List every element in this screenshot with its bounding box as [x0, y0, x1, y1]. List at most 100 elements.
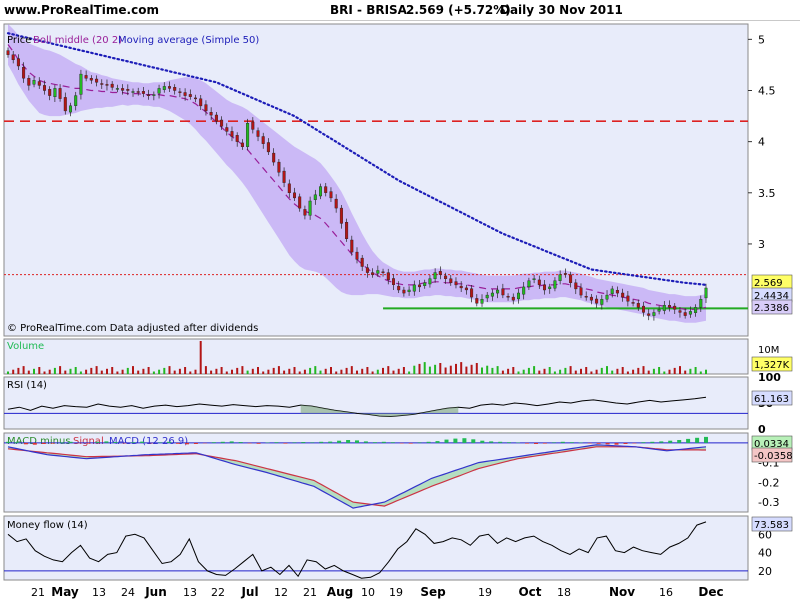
candle [615, 290, 619, 294]
volume-bar [658, 367, 661, 374]
macd-histogram-bar [695, 437, 700, 443]
candle [147, 94, 151, 97]
volume-bar [408, 371, 411, 374]
candle [621, 292, 625, 298]
volume-bar [538, 370, 541, 374]
candle [662, 305, 666, 311]
candle [48, 89, 52, 96]
legend-price: Price [7, 35, 31, 46]
macd-histogram-bar [229, 441, 234, 443]
candle [22, 67, 26, 79]
macd-histogram-bar [399, 442, 404, 444]
macd-signal-tag: -0.0358 [754, 451, 793, 462]
candle [115, 88, 119, 90]
volume-bar [111, 367, 114, 374]
volume-bar [527, 367, 530, 374]
macd-histogram-bar [641, 442, 646, 443]
candle [240, 142, 244, 148]
rsi-tick-label: 0 [758, 423, 766, 436]
macd-histogram-bar [211, 442, 216, 443]
candle [537, 279, 541, 285]
volume-bar [632, 369, 635, 374]
x-axis-label: Jun [144, 585, 167, 599]
macd-histogram-bar [220, 441, 225, 443]
candle [32, 80, 36, 85]
price-tick-label: 3.5 [758, 187, 776, 200]
macd-histogram-bar [131, 442, 136, 443]
candle [438, 271, 442, 275]
volume-bar [17, 367, 20, 374]
volume-bar [142, 368, 145, 374]
candle [313, 194, 317, 200]
volume-bar [475, 363, 478, 374]
macd-histogram-bar [686, 438, 691, 443]
volume-bar [705, 369, 707, 374]
volume-bar [199, 341, 202, 374]
x-axis-label: Jul [240, 585, 258, 599]
volume-bar [158, 369, 161, 374]
macd-histogram-bar [319, 441, 324, 443]
stock-chart[interactable]: 5 4.5 4 3.5 3 Price Boll middle (20 2)Moving a… [0, 20, 800, 600]
candle [79, 73, 83, 95]
candle [251, 121, 255, 130]
candle [402, 289, 406, 294]
volume-bar [366, 367, 369, 374]
site-label[interactable]: www.ProRealTime.com [4, 3, 159, 17]
volume-bar [611, 370, 614, 374]
volume-bar [53, 367, 56, 374]
candle [444, 275, 448, 279]
volume-bar [413, 365, 416, 374]
volume-bar [371, 371, 374, 374]
volume-bar [501, 370, 504, 374]
macd-histogram-bar [50, 442, 55, 444]
macd-histogram-bar [122, 442, 127, 444]
volume-bar [79, 371, 82, 374]
candle [324, 186, 328, 193]
volume-bar [12, 369, 15, 374]
macd-histogram-bar [346, 440, 351, 443]
macd-histogram-bar [256, 442, 261, 444]
candle [381, 271, 385, 274]
candle [230, 131, 234, 137]
volume-bar [314, 366, 317, 374]
macd-title-signal: Signal [73, 436, 104, 447]
x-axis-label: 10 [361, 586, 375, 599]
volume-bar [590, 371, 593, 374]
volume-bar [684, 370, 687, 374]
candle [490, 292, 494, 297]
volume-bar [392, 370, 395, 374]
volume-bar [262, 371, 265, 374]
volume-bar [189, 371, 192, 374]
rsi-title: RSI (14) [7, 380, 47, 391]
volume-bar [69, 368, 72, 374]
volume-bar [38, 367, 41, 374]
price-tick-label: 4 [758, 136, 765, 149]
candle [631, 302, 635, 304]
candle [584, 296, 588, 298]
candle [553, 280, 557, 289]
volume-bar [121, 369, 124, 374]
candle [704, 287, 708, 299]
candle [522, 286, 526, 295]
volume-bar [673, 367, 676, 374]
candle [517, 292, 521, 300]
volume-bar [241, 366, 244, 374]
macd-histogram-bar [381, 441, 386, 443]
x-axis-label: 19 [478, 586, 492, 599]
volume-bar [397, 368, 400, 374]
macd-histogram-bar [587, 442, 592, 444]
price-footnote: © ProRealTime.com Data adjusted after di… [7, 323, 258, 334]
volume-bar [491, 367, 494, 374]
candle [162, 86, 166, 90]
candle [63, 97, 67, 112]
volume-bar [85, 369, 88, 374]
macd-histogram-bar [417, 442, 422, 443]
candle [256, 130, 260, 137]
x-axis-label: 19 [389, 586, 403, 599]
macd-histogram-bar [560, 441, 565, 443]
candle [595, 298, 599, 304]
price-tick-label: 5 [758, 33, 765, 46]
macd-histogram-bar [176, 442, 180, 444]
candle [220, 119, 224, 127]
volume-bar [246, 370, 249, 374]
